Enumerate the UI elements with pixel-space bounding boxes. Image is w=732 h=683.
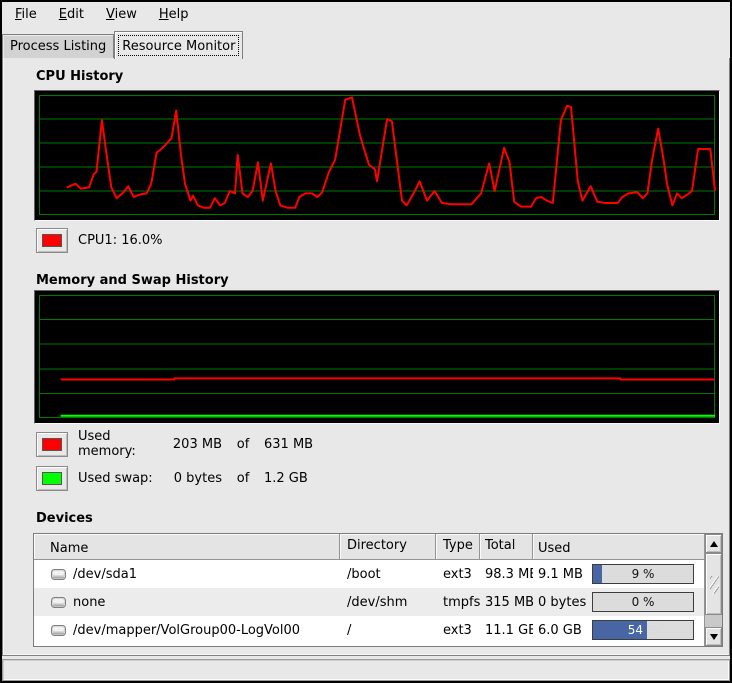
cpu-history-title: CPU History [36,69,123,84]
status-bar [2,659,730,681]
table-row[interactable]: /dev/mapper/VolGroup00-LogVol00 / ext3 1… [34,616,704,644]
column-header-directory[interactable]: Directory [340,534,436,560]
swap-legend: Used swap: 0 bytes of 1.2 GB [36,465,308,491]
device-type: tmpfs [436,595,480,610]
usage-progress-fill: 9 % [593,565,602,583]
swap-color-swatch-button[interactable] [36,466,68,491]
memory-of-text: of [222,437,264,452]
usage-progressbar: 9 % 9 % [592,564,694,584]
swap-legend-label: Used swap: [78,471,164,486]
menubar: File Edit View Help [2,2,730,30]
table-row[interactable]: /dev/sda1 /boot ext3 98.3 MB 9.1 MB 9 % … [34,560,704,588]
memory-total-value: 631 MB [264,437,313,452]
scrollbar-grip-icon [710,576,719,594]
column-header-used[interactable]: Used [533,534,722,560]
scroll-down-button[interactable] [705,627,722,646]
devices-table: Name Directory Type Total Used /dev/sda1… [33,533,723,647]
memory-legend-label: Used memory: [78,429,164,459]
menu-help[interactable]: Help [150,2,198,30]
memory-color-swatch-button[interactable] [36,432,68,457]
harddisk-icon [50,567,67,582]
scrollbar-thumb[interactable] [705,553,722,615]
device-type: ext3 [436,623,480,638]
memory-color-swatch [42,438,62,451]
cpu-history-graph [34,90,720,221]
device-name: /dev/sda1 [73,567,137,582]
menu-view[interactable]: View [97,2,146,30]
memory-swap-chart [35,291,719,423]
cpu-legend-label: CPU1: 16.0% [78,233,163,248]
device-used: 0 bytes [538,595,586,610]
tab-resource-monitor[interactable]: Resource Monitor [114,31,243,59]
swap-of-text: of [222,471,264,486]
cpu-history-chart [35,91,719,220]
device-directory: / [340,623,436,638]
cpu-color-swatch-button[interactable] [36,228,68,253]
usage-progressbar: 54 % 54 % [592,620,694,640]
devices-table-body: /dev/sda1 /boot ext3 98.3 MB 9.1 MB 9 % … [34,560,704,646]
usage-progress-fill: 54 % [593,621,647,639]
harddisk-icon [50,623,67,638]
memory-legend: Used memory: 203 MB of 631 MB [36,431,313,457]
swap-total-value: 1.2 GB [264,471,308,486]
cpu-legend: CPU1: 16.0% [36,227,163,253]
arrow-up-icon [710,541,718,547]
swap-color-swatch [42,472,62,485]
usage-percent-label: 9 % [593,565,693,583]
system-monitor-window: File Edit View Help Process Listing Reso… [0,0,732,683]
device-directory: /dev/shm [340,595,436,610]
devices-table-header: Name Directory Type Total Used [34,534,722,560]
scroll-up-button[interactable] [705,534,722,553]
usage-percent-label: 0 % [593,593,693,611]
tab-process-listing[interactable]: Process Listing [2,34,114,58]
devices-title: Devices [36,511,93,526]
column-header-type[interactable]: Type [436,534,480,560]
menu-file[interactable]: File [6,2,46,30]
device-type: ext3 [436,567,480,582]
device-name: none [73,595,105,610]
device-directory: /boot [340,567,436,582]
table-row[interactable]: none /dev/shm tmpfs 315 MB 0 bytes 0 % 0… [34,588,704,616]
notebook-tabs: Process Listing Resource Monitor [2,30,730,59]
swap-used-value: 0 bytes [164,471,222,486]
vertical-scrollbar[interactable] [704,534,722,646]
menu-edit[interactable]: Edit [50,2,93,30]
device-name: /dev/mapper/VolGroup00-LogVol00 [73,623,300,638]
column-header-name[interactable]: Name [34,534,340,560]
device-total: 11.1 GB [480,623,533,638]
memory-swap-graph [34,290,720,424]
device-total: 98.3 MB [480,567,533,582]
arrow-down-icon [710,634,718,640]
column-header-total[interactable]: Total [480,534,533,560]
cpu-color-swatch [42,234,62,247]
usage-progressbar: 0 % 0 % [592,592,694,612]
memory-swap-title: Memory and Swap History [36,273,229,288]
harddisk-icon [50,595,67,610]
device-total: 315 MB [480,595,533,610]
memory-used-value: 203 MB [164,437,222,452]
resource-monitor-page: CPU History CPU1: 16.0% Memory and Swap … [2,58,730,656]
device-used: 9.1 MB [538,567,583,582]
device-used: 6.0 GB [538,623,582,638]
